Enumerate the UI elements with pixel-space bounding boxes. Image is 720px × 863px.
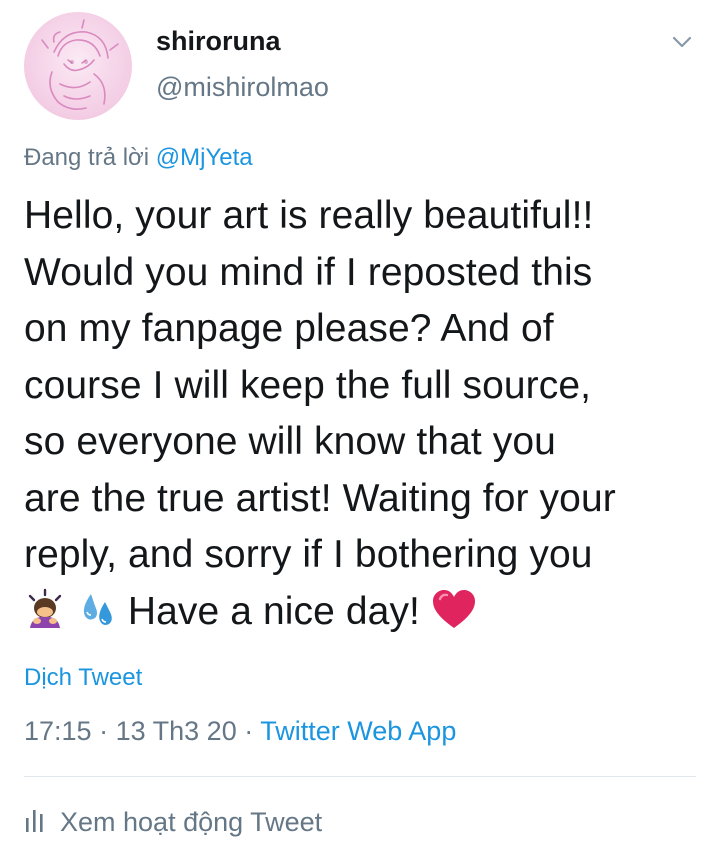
reply-mention-link[interactable]: @MjYeta [156,144,253,171]
avatar-illustration [41,19,119,110]
person-bowing-emoji [24,588,66,647]
tweet-line: on my fanpage please? And of [24,307,554,350]
red-heart-emoji [431,588,477,647]
replying-to: Đang trả lời @MjYeta [24,144,253,172]
display-name[interactable]: shiroruna [156,26,281,57]
avatar[interactable] [24,12,132,120]
tweet-time[interactable]: 17:15 [24,716,92,746]
meta-separator: · [99,716,109,746]
tweet-header: shiroruna @mishirolmao [24,12,700,122]
translate-tweet-link[interactable]: Dịch Tweet [24,664,142,692]
tweet-line: reply, and sorry if I bothering you [24,533,593,576]
tweet-source-link[interactable]: Twitter Web App [260,716,456,746]
tweet-line-last: Have a nice day! [24,584,704,647]
divider [24,776,696,777]
user-handle[interactable]: @mishirolmao [156,72,329,103]
meta-separator: · [244,716,254,746]
tweet-line: course I will keep the full source, [24,363,592,407]
tweet-activity-label: Xem hoạt động Tweet [60,807,323,837]
tweet-text: Hello, your art is really beautiful!! Wo… [24,188,704,646]
bar-chart-icon [24,806,46,839]
tweet-line: Hello, your art is really beautiful!! [24,194,594,237]
chevron-down-icon[interactable] [670,30,694,54]
tweet-closing-text: Have a nice day! [127,589,420,633]
reply-prefix: Đang trả lời [24,144,150,171]
tweet-line: so everyone will know that you [24,420,556,463]
tweet-line: are the true artist! Waiting for your [24,476,616,520]
tweet-date[interactable]: 13 Th3 20 [116,716,237,746]
tweet-line: Would you mind if I reposted this [24,250,593,294]
tweet-activity-button[interactable]: Xem hoạt động Tweet [24,806,322,839]
tweet-metadata: 17:15 · 13 Th3 20 · Twitter Web App [24,716,456,747]
sweat-droplets-emoji [77,588,117,647]
